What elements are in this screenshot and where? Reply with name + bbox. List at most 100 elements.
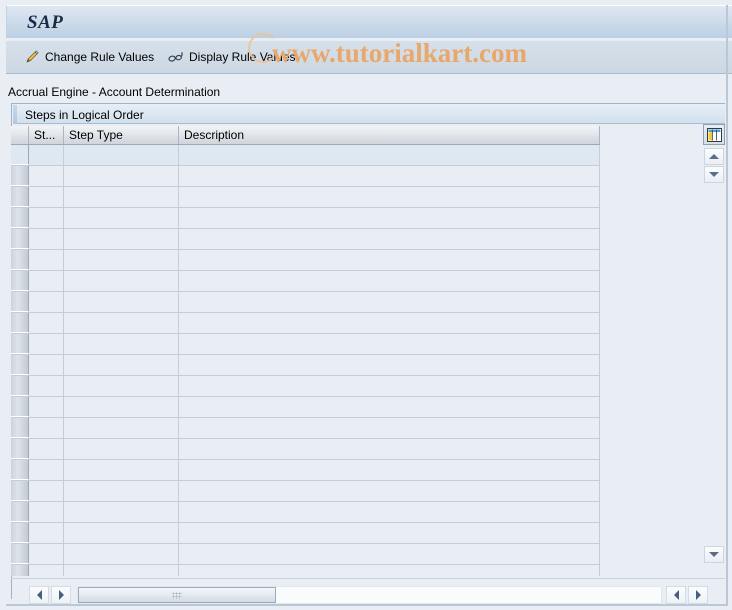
row-cell-st[interactable] <box>29 271 64 291</box>
row-cell-description[interactable] <box>179 460 600 480</box>
display-rule-values-button[interactable]: Display Rule Values <box>162 45 302 69</box>
row-cell-description[interactable] <box>179 565 600 576</box>
row-cell-description[interactable] <box>179 544 600 564</box>
row-selector-cell[interactable] <box>11 523 29 543</box>
row-cell-description[interactable] <box>179 334 600 354</box>
table-row[interactable] <box>11 229 600 250</box>
table-row[interactable] <box>11 502 600 523</box>
row-selector-cell[interactable] <box>11 334 29 354</box>
row-cell-description[interactable] <box>179 313 600 333</box>
row-cell-step-type[interactable] <box>64 460 179 480</box>
hscroll-left-button[interactable] <box>29 586 49 604</box>
row-cell-step-type[interactable] <box>64 523 179 543</box>
row-cell-st[interactable] <box>29 334 64 354</box>
table-row[interactable] <box>11 565 600 576</box>
table-row[interactable] <box>11 250 600 271</box>
hscroll-right-button[interactable] <box>51 586 71 604</box>
row-selector-cell[interactable] <box>11 271 29 291</box>
row-selector-cell[interactable] <box>11 376 29 396</box>
row-cell-description[interactable] <box>179 187 600 207</box>
row-cell-st[interactable] <box>29 313 64 333</box>
column-header-st[interactable]: St... <box>29 126 64 144</box>
row-selector-cell[interactable] <box>11 481 29 501</box>
scroll-page-down-button[interactable] <box>704 546 724 563</box>
change-rule-values-button[interactable]: Change Rule Values <box>18 45 160 69</box>
table-row[interactable] <box>11 439 600 460</box>
row-selector-cell[interactable] <box>11 460 29 480</box>
table-row[interactable] <box>11 271 600 292</box>
row-selector-cell[interactable] <box>11 187 29 207</box>
row-selector-cell[interactable] <box>11 544 29 564</box>
row-cell-step-type[interactable] <box>64 271 179 291</box>
hscroll-page-left-button[interactable] <box>666 586 686 604</box>
row-cell-st[interactable] <box>29 460 64 480</box>
row-cell-step-type[interactable] <box>64 544 179 564</box>
column-header-select-all[interactable] <box>11 126 29 144</box>
row-cell-description[interactable] <box>179 292 600 312</box>
row-cell-description[interactable] <box>179 355 600 375</box>
row-cell-step-type[interactable] <box>64 250 179 270</box>
row-cell-description[interactable] <box>179 481 600 501</box>
row-cell-step-type[interactable] <box>64 334 179 354</box>
row-cell-step-type[interactable] <box>64 229 179 249</box>
row-selector-cell[interactable] <box>11 292 29 312</box>
row-cell-st[interactable] <box>29 523 64 543</box>
row-cell-description[interactable] <box>179 229 600 249</box>
table-row[interactable] <box>11 334 600 355</box>
row-selector-cell[interactable] <box>11 439 29 459</box>
row-cell-description[interactable] <box>179 208 600 228</box>
row-cell-st[interactable] <box>29 565 64 576</box>
table-row[interactable] <box>11 460 600 481</box>
row-selector-cell[interactable] <box>11 355 29 375</box>
row-cell-step-type[interactable] <box>64 145 179 165</box>
row-cell-description[interactable] <box>179 376 600 396</box>
table-row[interactable] <box>11 544 600 565</box>
row-selector-cell[interactable] <box>11 502 29 522</box>
row-cell-st[interactable] <box>29 481 64 501</box>
table-row[interactable] <box>11 166 600 187</box>
table-row[interactable] <box>11 397 600 418</box>
table-row[interactable] <box>11 523 600 544</box>
horizontal-scrollbar-thumb[interactable] <box>78 587 276 603</box>
row-cell-description[interactable] <box>179 502 600 522</box>
row-selector-cell[interactable] <box>11 208 29 228</box>
row-cell-description[interactable] <box>179 250 600 270</box>
hscroll-page-right-button[interactable] <box>688 586 708 604</box>
table-row[interactable] <box>11 481 600 502</box>
table-row[interactable] <box>11 418 600 439</box>
row-cell-step-type[interactable] <box>64 376 179 396</box>
row-selector-cell[interactable] <box>11 229 29 249</box>
table-row[interactable] <box>11 376 600 397</box>
row-selector-cell[interactable] <box>11 145 29 165</box>
scroll-up-button[interactable] <box>704 148 724 165</box>
row-cell-description[interactable] <box>179 271 600 291</box>
table-row[interactable] <box>11 145 600 166</box>
scroll-down-button[interactable] <box>704 166 724 183</box>
table-settings-icon[interactable] <box>703 124 725 145</box>
row-cell-description[interactable] <box>179 418 600 438</box>
row-cell-st[interactable] <box>29 439 64 459</box>
row-cell-st[interactable] <box>29 544 64 564</box>
row-cell-st[interactable] <box>29 145 64 165</box>
row-cell-st[interactable] <box>29 166 64 186</box>
table-row[interactable] <box>11 208 600 229</box>
row-cell-step-type[interactable] <box>64 481 179 501</box>
row-cell-step-type[interactable] <box>64 208 179 228</box>
row-selector-cell[interactable] <box>11 397 29 417</box>
column-header-description[interactable]: Description <box>179 126 600 144</box>
table-row[interactable] <box>11 313 600 334</box>
row-cell-st[interactable] <box>29 397 64 417</box>
table-row[interactable] <box>11 355 600 376</box>
row-cell-st[interactable] <box>29 208 64 228</box>
row-cell-st[interactable] <box>29 376 64 396</box>
row-selector-cell[interactable] <box>11 565 29 576</box>
row-cell-step-type[interactable] <box>64 397 179 417</box>
row-cell-step-type[interactable] <box>64 439 179 459</box>
row-cell-st[interactable] <box>29 418 64 438</box>
row-cell-st[interactable] <box>29 355 64 375</box>
table-row[interactable] <box>11 292 600 313</box>
column-header-step-type[interactable]: Step Type <box>64 126 179 144</box>
row-cell-st[interactable] <box>29 502 64 522</box>
row-cell-description[interactable] <box>179 439 600 459</box>
row-cell-st[interactable] <box>29 250 64 270</box>
